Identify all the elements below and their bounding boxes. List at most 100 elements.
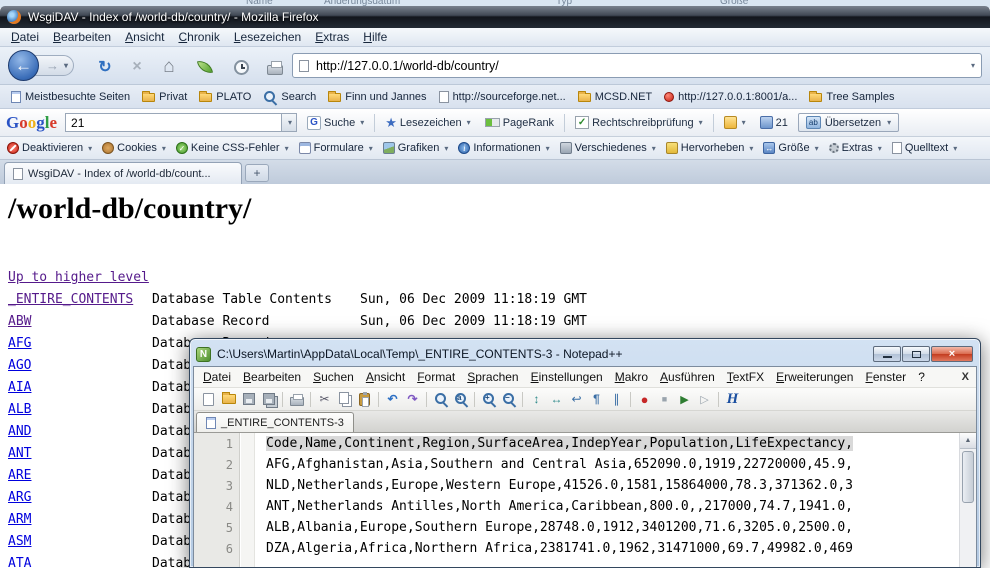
textfx-icon[interactable]: H [724, 391, 741, 408]
sync-vertical-icon[interactable]: ↕ [528, 391, 545, 408]
notepadpp-titlebar[interactable]: N C:\Users\Martin\AppData\Local\Temp\_EN… [193, 342, 977, 366]
npp-menu-help[interactable]: ? [912, 370, 931, 384]
tab-wsgidav[interactable]: WsgiDAV - Index of /world-db/count... [4, 162, 242, 184]
google-search-box[interactable]: 21 ▾ [65, 113, 297, 132]
bookmark-localhost[interactable]: http://127.0.0.1:8001/a... [659, 89, 802, 105]
bookmark-finn-und-jannes[interactable]: Finn und Jannes [323, 89, 431, 105]
listing-link[interactable]: ASM [8, 534, 31, 549]
close-button[interactable]: × [931, 346, 973, 362]
npp-menu-makro[interactable]: Makro [609, 370, 654, 384]
webdev-quelltext[interactable]: Quelltext▾ [889, 142, 960, 154]
listing-link[interactable]: ARE [8, 468, 31, 483]
menu-bearbeiten[interactable]: Bearbeiten [46, 30, 118, 44]
bookmark-most-visited[interactable]: Meistbesuchte Seiten [6, 89, 135, 105]
save-all-icon[interactable] [260, 391, 277, 408]
webdev-css[interactable]: ✓Keine CSS-Fehler▾ [173, 142, 292, 154]
npp-menu-bearbeiten[interactable]: Bearbeiten [237, 370, 307, 384]
menu-extras[interactable]: Extras [308, 30, 356, 44]
stop-button[interactable]: × [124, 55, 150, 79]
webdev-cookies[interactable]: Cookies▾ [99, 142, 169, 154]
url-text[interactable]: http://127.0.0.1/world-db/country/ [316, 59, 969, 73]
document-close-button[interactable]: X [962, 371, 969, 383]
show-symbols-icon[interactable]: ¶ [588, 391, 605, 408]
webdev-grafiken[interactable]: Grafiken▾ [380, 142, 452, 154]
google-search-button[interactable]: GSuche▾ [303, 114, 368, 132]
listing-link[interactable]: ABW [8, 314, 31, 329]
translate-button[interactable]: abÜbersetzen▾ [798, 113, 899, 132]
document-tab[interactable]: _ENTIRE_CONTENTS-3 [196, 412, 354, 432]
home-button[interactable]: ⌂ [156, 55, 182, 79]
cut-icon[interactable]: ✂ [316, 391, 333, 408]
pagerank-widget[interactable]: PageRank [481, 115, 558, 131]
listing-link[interactable]: AND [8, 424, 31, 439]
google-bookmarks-button[interactable]: ★Lesezeichen▾ [381, 114, 474, 131]
bookmark-plato[interactable]: PLATO [194, 89, 256, 105]
webdev-informationen[interactable]: iInformationen▾ [455, 142, 552, 154]
listing-link[interactable]: AGO [8, 358, 31, 373]
webdev-groesse[interactable]: ↔Größe▾ [760, 142, 821, 154]
copy-icon[interactable] [336, 391, 353, 408]
menu-ansicht[interactable]: Ansicht [118, 30, 171, 44]
listing-link[interactable]: _ENTIRE_CONTENTS [8, 292, 133, 307]
webdev-extras[interactable]: Extras▾ [826, 142, 885, 154]
save-icon[interactable] [240, 391, 257, 408]
vertical-scrollbar[interactable]: ▲ [959, 433, 976, 567]
open-folder-icon[interactable] [220, 391, 237, 408]
undo-icon[interactable]: ↶ [384, 391, 401, 408]
menu-lesezeichen[interactable]: Lesezeichen [227, 30, 308, 44]
stop-macro-icon[interactable]: ■ [656, 391, 673, 408]
npp-menu-textfx[interactable]: TextFX [721, 370, 770, 384]
new-tab-button[interactable]: + [245, 164, 269, 182]
spellcheck-button[interactable]: ✓Rechtschreibprüfung▾ [571, 114, 707, 131]
feather-button[interactable] [192, 55, 218, 79]
bookmark-privat[interactable]: Privat [137, 89, 192, 105]
npp-menu-sprachen[interactable]: Sprachen [461, 370, 524, 384]
scroll-up-arrow[interactable]: ▲ [960, 433, 976, 449]
webdev-verschiedenes[interactable]: Verschiedenes▾ [557, 142, 659, 154]
bookmark-sourceforge[interactable]: http://sourceforge.net... [434, 89, 571, 105]
npp-menu-fenster[interactable]: Fenster [859, 370, 912, 384]
chevron-down-icon[interactable]: ▾ [971, 61, 975, 70]
listing-link[interactable]: ALB [8, 402, 31, 417]
google-search-dropdown[interactable]: ▾ [281, 114, 296, 131]
url-bar[interactable]: http://127.0.0.1/world-db/country/ ▾ [292, 53, 982, 78]
sync-horizontal-icon[interactable]: ↔ [548, 391, 565, 408]
listing-link[interactable]: ARM [8, 512, 31, 527]
back-button[interactable]: ← [8, 50, 39, 81]
webdev-deaktivieren[interactable]: Deaktivieren▾ [4, 142, 95, 154]
bookmark-search[interactable]: Search [258, 88, 321, 106]
new-file-icon[interactable] [200, 391, 217, 408]
webdev-hervorheben[interactable]: Hervorheben▾ [663, 142, 757, 154]
menu-chronik[interactable]: Chronik [171, 30, 226, 44]
listing-link[interactable]: AIA [8, 380, 31, 395]
chevron-down-icon[interactable]: ▾ [64, 61, 68, 70]
redo-icon[interactable]: ↷ [404, 391, 421, 408]
replace-icon[interactable]: a [452, 391, 469, 408]
listing-link[interactable]: ANT [8, 446, 31, 461]
webdev-formulare[interactable]: Formulare▾ [296, 142, 376, 154]
npp-menu-ansicht[interactable]: Ansicht [360, 370, 411, 384]
maximize-button[interactable] [902, 346, 930, 362]
play-macro-icon[interactable]: ▶ [676, 391, 693, 408]
indent-guide-icon[interactable]: ∥ [608, 391, 625, 408]
minimize-button[interactable] [873, 346, 901, 362]
paste-icon[interactable] [356, 391, 373, 408]
listing-link[interactable]: ATA [8, 556, 31, 568]
zoom-out-icon[interactable]: − [500, 391, 517, 408]
google-search-value[interactable]: 21 [66, 116, 281, 130]
save-macro-icon[interactable]: ▷ [696, 391, 713, 408]
reload-button[interactable]: ↻ [92, 55, 118, 79]
npp-menu-erweiterungen[interactable]: Erweiterungen [770, 370, 859, 384]
npp-menu-datei[interactable]: Datei [197, 370, 237, 384]
listing-link[interactable]: ARG [8, 490, 31, 505]
find-icon[interactable] [432, 391, 449, 408]
print-button[interactable] [262, 55, 288, 79]
print-icon[interactable] [288, 391, 305, 408]
bookmark-tree-samples[interactable]: Tree Samples [804, 89, 899, 105]
editor-area[interactable]: 1Code,Name,Continent,Region,SurfaceArea,… [194, 433, 976, 567]
npp-menu-format[interactable]: Format [411, 370, 461, 384]
npp-menu-ausfuehren[interactable]: Ausführen [654, 370, 721, 384]
npp-menu-einstellungen[interactable]: Einstellungen [525, 370, 609, 384]
word-wrap-icon[interactable]: ↩ [568, 391, 585, 408]
up-to-higher-level-link[interactable]: Up to higher level [8, 270, 149, 285]
